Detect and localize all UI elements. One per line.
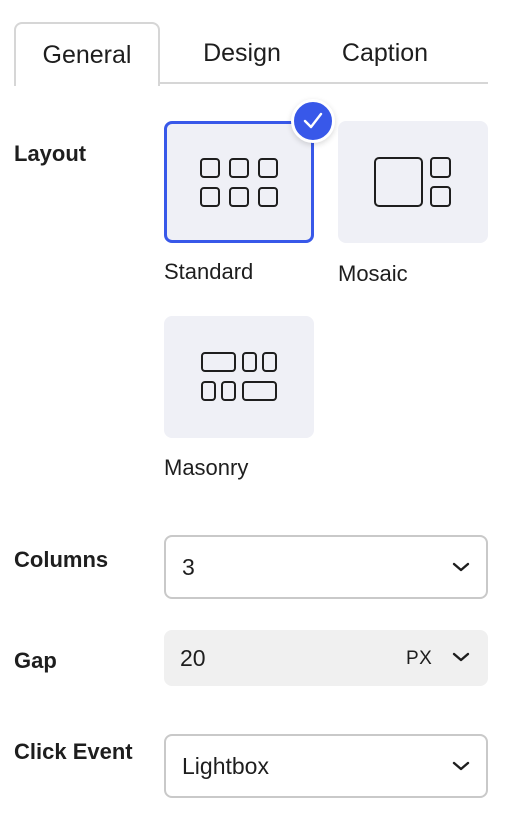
columns-value: 3: [182, 554, 195, 580]
grid-standard-icon: [200, 158, 278, 207]
layout-option-masonry[interactable]: [164, 316, 314, 438]
tab-design[interactable]: Design: [174, 22, 310, 84]
click-event-label: Click Event: [14, 739, 133, 764]
layout-option-mosaic[interactable]: [338, 121, 488, 243]
gap-input[interactable]: 20 PX: [164, 630, 488, 686]
columns-select[interactable]: 3: [164, 535, 488, 599]
gap-value: 20: [180, 645, 206, 671]
layout-option-standard[interactable]: [164, 121, 314, 243]
layout-option-mosaic-label: Mosaic: [338, 261, 408, 286]
click-event-value: Lightbox: [182, 753, 269, 779]
tab-bar: General Design Caption: [14, 22, 488, 86]
layout-label: Layout: [14, 141, 87, 166]
tab-general[interactable]: General: [14, 22, 160, 86]
gap-unit-select[interactable]: PX: [406, 630, 470, 686]
gap-unit-label: PX: [406, 648, 433, 669]
chevron-down-icon: [452, 761, 470, 771]
chevron-down-icon: [452, 652, 470, 662]
layout-option-standard-label: Standard: [164, 259, 254, 284]
layout-option-masonry-label: Masonry: [164, 455, 249, 480]
settings-panel: General Design Caption Layout Standard M…: [0, 0, 520, 820]
grid-masonry-icon: [201, 352, 277, 401]
grid-mosaic-icon: [374, 157, 451, 207]
click-event-select[interactable]: Lightbox: [164, 734, 488, 798]
columns-label: Columns: [14, 547, 109, 572]
selected-check-icon: [291, 99, 335, 143]
chevron-down-icon: [452, 562, 470, 572]
tab-caption[interactable]: Caption: [310, 22, 460, 84]
gap-label: Gap: [14, 648, 57, 673]
